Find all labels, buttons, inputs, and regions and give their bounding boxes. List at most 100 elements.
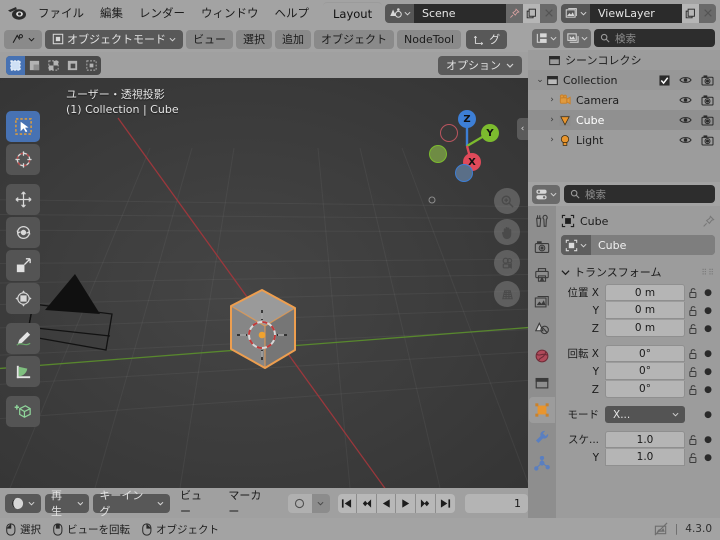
tab-scene[interactable] (529, 316, 555, 342)
circle-icon[interactable] (287, 493, 312, 513)
location-y-value[interactable]: 0 m (605, 302, 685, 319)
playback-popover[interactable]: 再生 (45, 489, 90, 518)
select-intersect-icon[interactable] (82, 56, 101, 75)
tool-rotate-icon[interactable] (6, 217, 40, 248)
tab-object[interactable] (529, 397, 555, 423)
eye-icon[interactable] (679, 115, 692, 125)
viewport-menu-select[interactable]: 選択 (236, 29, 272, 49)
animate-dot-icon[interactable]: ● (701, 367, 715, 377)
select-mode-group[interactable] (6, 55, 101, 75)
animate-dot-icon[interactable]: ● (701, 410, 715, 420)
blender-logo-icon[interactable] (4, 2, 30, 24)
rotation-x-value[interactable]: 0° (605, 345, 685, 362)
tab-output[interactable] (529, 262, 555, 288)
outliner-filter-button[interactable] (563, 28, 591, 48)
viewport-menu-object[interactable]: オブジェクト (314, 29, 394, 49)
gizmo-axis-z[interactable]: Z (458, 110, 476, 128)
lock-icon[interactable] (685, 384, 701, 396)
tool-cursor-icon[interactable] (6, 144, 40, 175)
tool-annotate-icon[interactable] (6, 323, 40, 354)
scale-x-value[interactable]: 1.0 (605, 431, 685, 448)
chevron-down-icon[interactable] (561, 269, 570, 276)
viewport-menu-nodetool[interactable]: NodeTool (397, 29, 462, 49)
ortho-persp-icon[interactable] (494, 281, 520, 307)
tab-view-layer[interactable] (529, 289, 555, 315)
keying-popover[interactable]: キーイング (93, 489, 171, 518)
outliner-search-input[interactable]: 検索 (594, 29, 715, 47)
marker-group[interactable] (287, 493, 330, 513)
tab-collection[interactable] (529, 370, 555, 396)
gizmo-axis-neg-z[interactable] (455, 164, 473, 182)
timeline-menu-marker[interactable]: マーカー (222, 487, 277, 519)
outliner-row-light[interactable]: › Light (528, 130, 720, 150)
location-z-value[interactable]: 0 m (605, 320, 685, 337)
next-keyframe-icon[interactable] (416, 493, 436, 513)
scene-selector[interactable]: Scene (385, 3, 557, 23)
pin-icon[interactable] (702, 214, 715, 228)
view-layer-selector[interactable]: ViewLayer (561, 3, 716, 23)
viewport-menu-add[interactable]: 追加 (275, 29, 311, 49)
jump-end-icon[interactable] (436, 494, 456, 513)
camera-render-icon[interactable] (701, 114, 714, 126)
jump-start-icon[interactable] (338, 493, 358, 513)
tab-render[interactable] (529, 235, 555, 261)
menu-window[interactable]: ウィンドウ (193, 3, 267, 23)
lock-icon[interactable] (685, 452, 701, 464)
select-subtract-icon[interactable] (44, 56, 63, 75)
view-layer-icon[interactable] (561, 3, 590, 23)
camera-render-icon[interactable] (701, 94, 714, 106)
outliner-row-scene-collection[interactable]: シーンコレクシ (528, 50, 720, 70)
current-frame-field[interactable]: 1 (465, 493, 528, 513)
select-extend-icon[interactable] (25, 56, 44, 75)
timeline-menu-view[interactable]: ビュー (174, 487, 218, 519)
location-x-value[interactable]: 0 m (605, 284, 685, 301)
menu-edit[interactable]: 編集 (92, 3, 131, 23)
eye-icon[interactable] (679, 75, 692, 85)
chevron-right-icon[interactable]: › (546, 115, 558, 125)
scene-icon[interactable] (385, 3, 414, 23)
animate-dot-icon[interactable]: ● (701, 306, 715, 316)
menu-render[interactable]: レンダー (131, 3, 193, 23)
gizmo-axis-neg-y[interactable] (429, 145, 447, 163)
viewport-canvas[interactable]: ユーザー・透視投影 (1) Collection | Cube Z Y X ‹ (0, 78, 528, 488)
tab-tool[interactable] (529, 208, 555, 234)
properties-search-input[interactable]: 検索 (564, 185, 715, 203)
animate-dot-icon[interactable]: ● (701, 288, 715, 298)
scene-name[interactable]: Scene (414, 3, 506, 23)
tool-move-icon[interactable] (6, 184, 40, 215)
outliner-row-cube[interactable]: › Cube (528, 110, 720, 130)
tab-world[interactable] (529, 343, 555, 369)
interaction-mode-selector[interactable]: オブジェクトモード (45, 29, 183, 49)
tool-scale-icon[interactable] (6, 250, 40, 281)
lock-icon[interactable] (685, 323, 701, 335)
outliner-editor[interactable]: 検索 シーンコレクシ ⌄ Collection › Camera › Cube … (528, 26, 720, 182)
timeline-editor-type-button[interactable] (5, 493, 41, 513)
zoom-icon[interactable] (494, 188, 520, 214)
outliner-editor-type-button[interactable] (532, 28, 560, 48)
object-name-value[interactable]: Cube (591, 235, 715, 255)
tab-particles[interactable] (529, 451, 555, 477)
camera-view-icon[interactable] (494, 250, 520, 276)
eye-icon[interactable] (679, 95, 692, 105)
viewport-menu-view[interactable]: ビュー (186, 29, 233, 49)
properties-editor-type-button[interactable] (532, 184, 560, 204)
lock-icon[interactable] (685, 366, 701, 378)
tool-transform-icon[interactable] (6, 283, 40, 314)
play-icon[interactable] (396, 493, 416, 513)
viewport-options-button[interactable]: オプション (438, 55, 522, 75)
object-square-icon[interactable] (561, 235, 591, 255)
view-layer-name[interactable]: ViewLayer (590, 3, 682, 23)
pin-icon[interactable] (506, 3, 523, 23)
menu-help[interactable]: ヘルプ (267, 3, 318, 23)
pan-hand-icon[interactable] (494, 219, 520, 245)
rotation-y-value[interactable]: 0° (605, 363, 685, 380)
lock-icon[interactable] (685, 348, 701, 360)
chevron-down-icon[interactable]: ⌄ (534, 75, 546, 85)
tool-select-box-icon[interactable] (6, 111, 40, 142)
gizmo-axis-neg-x[interactable] (440, 124, 458, 142)
object-name-field[interactable]: Cube (561, 235, 715, 255)
animate-dot-icon[interactable]: ● (701, 349, 715, 359)
chevron-right-icon[interactable]: › (546, 95, 558, 105)
lock-icon[interactable] (685, 287, 701, 299)
viewport-3d[interactable]: オブジェクトモード ビュー 選択 追加 オブジェクト NodeTool グ オプ… (0, 26, 528, 488)
